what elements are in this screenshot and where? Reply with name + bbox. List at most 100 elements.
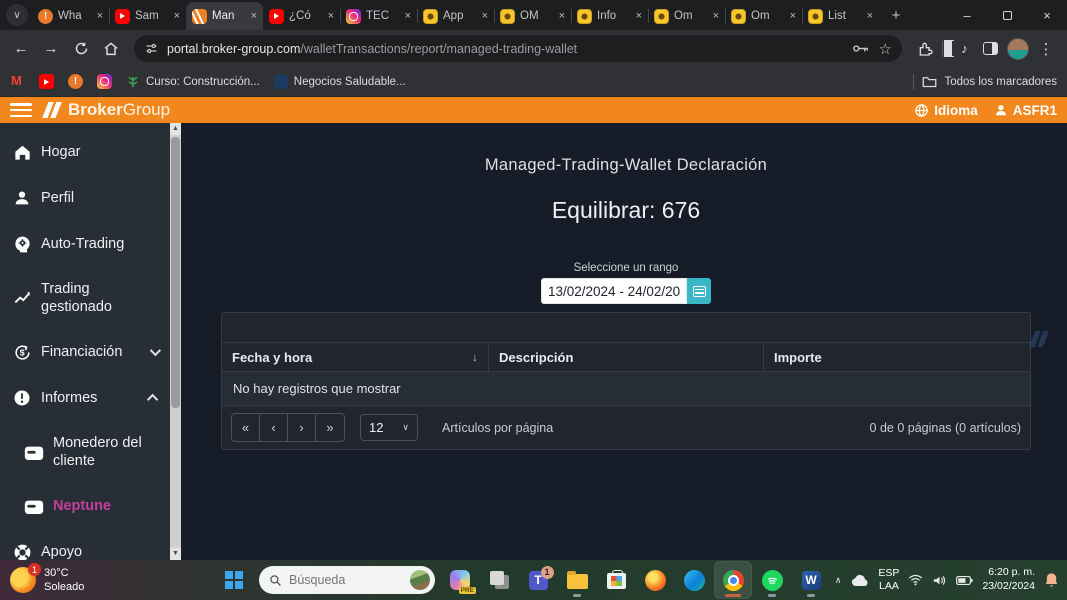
volume-icon[interactable]: [932, 574, 947, 587]
youtube-bookmark-icon[interactable]: [39, 74, 54, 89]
instagram-bookmark-icon[interactable]: [97, 74, 112, 89]
tab-close-icon[interactable]: ×: [790, 10, 796, 22]
taskbar-search[interactable]: [259, 566, 435, 594]
brand-logo[interactable]: BrokerGroup: [42, 100, 170, 120]
browser-tab[interactable]: Om×: [725, 2, 802, 30]
tab-close-icon[interactable]: ×: [97, 10, 103, 22]
column-header-descripcion[interactable]: Descripción: [489, 343, 764, 371]
tab-close-icon[interactable]: ×: [713, 10, 719, 22]
first-page-button[interactable]: «: [232, 414, 260, 441]
language-button[interactable]: Idioma: [914, 103, 978, 118]
passwords-key-icon[interactable]: [852, 42, 869, 55]
next-page-button[interactable]: ›: [288, 414, 316, 441]
back-button[interactable]: ←: [8, 36, 34, 62]
store-button[interactable]: [598, 562, 634, 598]
calendar-button[interactable]: [687, 278, 711, 304]
scroll-down-arrow[interactable]: ▼: [170, 548, 181, 560]
teams-button[interactable]: T1: [520, 562, 556, 598]
sidebar-item-perfil[interactable]: Perfil: [0, 175, 170, 221]
wifi-icon[interactable]: [908, 574, 923, 586]
last-page-button[interactable]: »: [316, 414, 344, 441]
browser-tab[interactable]: Info×: [571, 2, 648, 30]
home-button[interactable]: [98, 36, 124, 62]
browser-menu-button[interactable]: ⋮: [1033, 36, 1059, 62]
browser-tab[interactable]: ¿Có×: [263, 2, 340, 30]
bookmark-item[interactable]: Negocios Saludable...: [274, 75, 406, 89]
copilot-button[interactable]: PRE: [442, 562, 478, 598]
minimize-button[interactable]: –: [947, 0, 987, 30]
weather-widget[interactable]: 1 30°CSoleado: [10, 566, 84, 595]
robot-head-icon: [12, 234, 32, 254]
file-explorer-button[interactable]: [559, 562, 595, 598]
profile-avatar[interactable]: [1007, 38, 1029, 60]
side-panel-button[interactable]: [977, 36, 1003, 62]
scrollbar-thumb[interactable]: [171, 137, 180, 408]
word-button[interactable]: W: [793, 562, 829, 598]
start-button[interactable]: [216, 562, 252, 598]
tab-close-icon[interactable]: ×: [174, 10, 180, 22]
sidebar-item-monedero-del-cliente[interactable]: Monedero del cliente: [0, 421, 170, 483]
notification-bell-icon[interactable]: [1044, 572, 1059, 588]
tab-close-icon[interactable]: ×: [867, 10, 873, 22]
extensions-icon[interactable]: [912, 36, 938, 62]
restore-button[interactable]: [987, 0, 1027, 30]
taskbar-clock[interactable]: 6:20 p. m.23/02/2024: [982, 566, 1035, 593]
alert-bookmark-icon[interactable]: [68, 74, 83, 89]
sidebar-scrollbar[interactable]: ▲ ▼: [170, 123, 181, 560]
battery-icon[interactable]: [956, 575, 973, 586]
reload-button[interactable]: [68, 36, 94, 62]
browser-tab[interactable]: List×: [802, 2, 879, 30]
browser-tab[interactable]: TEC×: [340, 2, 417, 30]
menu-toggle-button[interactable]: [10, 103, 32, 117]
close-button[interactable]: ×: [1027, 0, 1067, 30]
bookmark-star-icon[interactable]: ☆: [879, 40, 892, 58]
date-range-input[interactable]: [541, 278, 687, 304]
address-bar[interactable]: portal.broker-group.com/walletTransactio…: [134, 35, 902, 62]
tab-close-icon[interactable]: ×: [251, 10, 257, 22]
tab-close-icon[interactable]: ×: [328, 10, 334, 22]
tab-close-icon[interactable]: ×: [405, 10, 411, 22]
browser-tab[interactable]: Om×: [648, 2, 725, 30]
sidebar-item-financiacion[interactable]: $ Financiación: [0, 329, 170, 375]
tab-close-icon[interactable]: ×: [482, 10, 488, 22]
page-size-select[interactable]: 12 ∨: [360, 414, 418, 441]
column-header-importe[interactable]: Importe: [764, 343, 1030, 371]
media-controls-button[interactable]: ♪: [947, 36, 973, 62]
browser-tab[interactable]: Wha×: [32, 2, 109, 30]
media-note-icon: ♪: [952, 41, 968, 56]
firefox-button[interactable]: [637, 562, 673, 598]
language-indicator[interactable]: ESPLAA: [878, 567, 899, 593]
forward-button[interactable]: →: [38, 36, 64, 62]
broker-watermark-icon[interactable]: [1029, 328, 1049, 355]
all-bookmarks-button[interactable]: Todos los marcadores: [913, 74, 1058, 90]
prev-page-button[interactable]: ‹: [260, 414, 288, 441]
new-tab-button[interactable]: +: [883, 2, 909, 28]
edge-button[interactable]: [676, 562, 712, 598]
sidebar-item-neptune[interactable]: Neptune: [0, 484, 170, 530]
user-menu-button[interactable]: ASFR1: [994, 103, 1057, 118]
browser-tab[interactable]: App×: [417, 2, 494, 30]
browser-tab[interactable]: OM×: [494, 2, 571, 30]
sidebar-item-hogar[interactable]: Hogar: [0, 129, 170, 175]
gmail-bookmark-icon[interactable]: [10, 74, 25, 89]
scroll-up-arrow[interactable]: ▲: [170, 123, 181, 135]
tab-search-button[interactable]: ∨: [6, 4, 28, 26]
sidebar-item-auto-trading[interactable]: Auto-Trading: [0, 221, 170, 267]
spotify-button[interactable]: [754, 562, 790, 598]
browser-tab[interactable]: Sam×: [109, 2, 186, 30]
chrome-button[interactable]: [715, 562, 751, 598]
sidebar-item-trading-gestionado[interactable]: Trading gestionado: [0, 267, 170, 329]
column-header-fecha[interactable]: Fecha y hora ↓: [222, 343, 489, 371]
hidden-icons-chevron[interactable]: ∧: [835, 575, 842, 586]
tab-close-icon[interactable]: ×: [636, 10, 642, 22]
bookmark-item[interactable]: Curso: Construcción...: [126, 75, 260, 89]
search-highlight-image[interactable]: [410, 570, 430, 590]
browser-tab-active[interactable]: Man×: [186, 2, 263, 30]
site-info-icon[interactable]: [144, 41, 159, 56]
sort-desc-icon[interactable]: ↓: [472, 350, 478, 364]
task-view-button[interactable]: [481, 562, 517, 598]
sidebar-item-informes[interactable]: Informes: [0, 375, 170, 421]
onedrive-icon[interactable]: [850, 574, 869, 587]
tab-close-icon[interactable]: ×: [559, 10, 565, 22]
search-input[interactable]: [289, 573, 389, 587]
